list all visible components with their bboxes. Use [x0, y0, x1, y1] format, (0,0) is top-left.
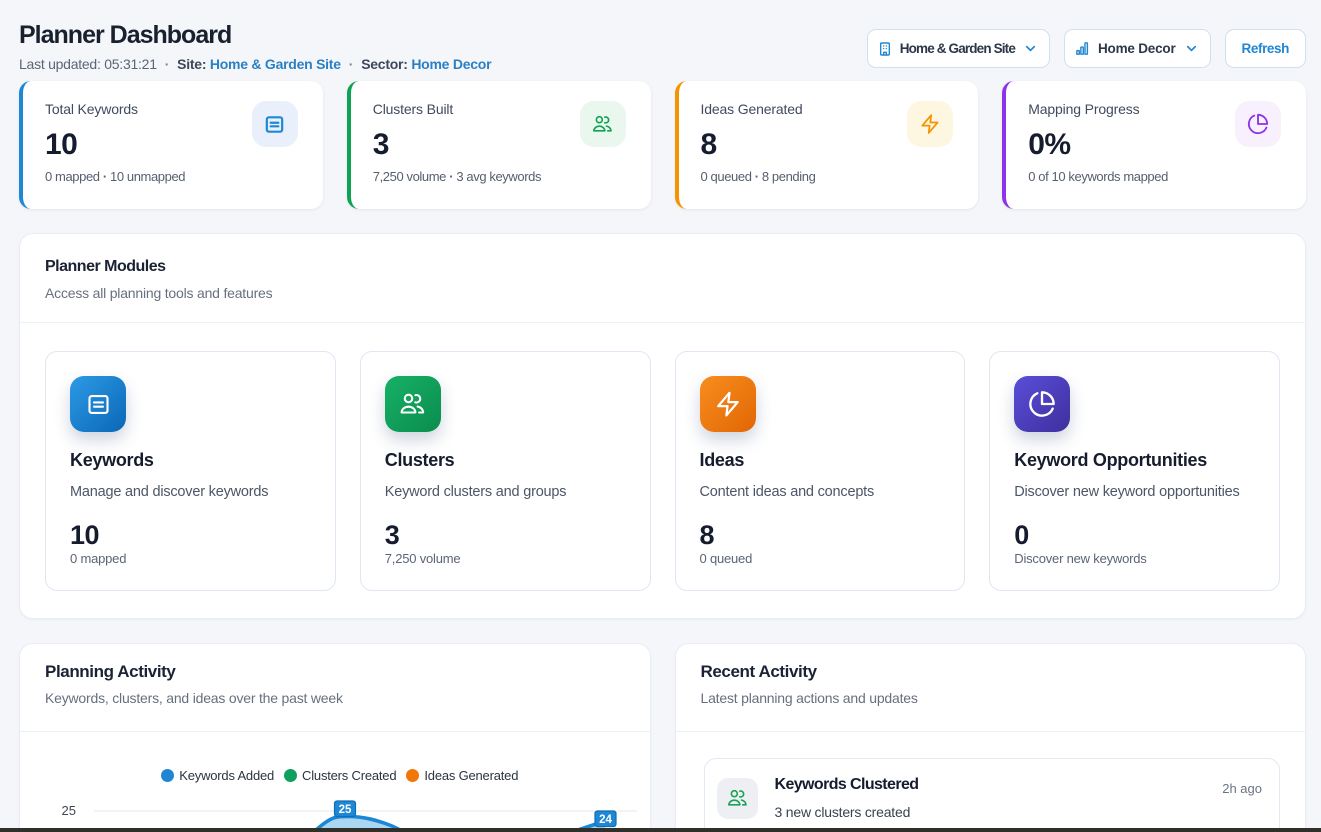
svg-text:25: 25	[339, 804, 352, 816]
svg-text:24: 24	[599, 814, 612, 826]
svg-text:25: 25	[62, 803, 76, 818]
